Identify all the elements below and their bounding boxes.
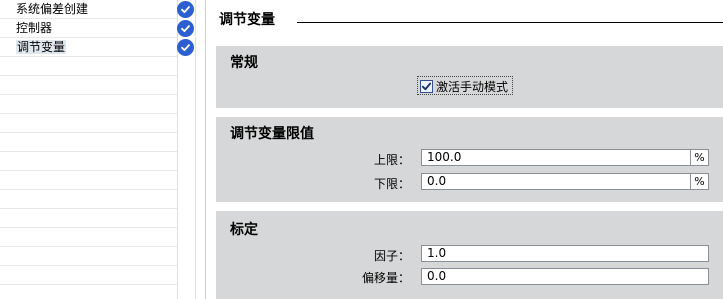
offset-input[interactable]: 0.0	[421, 268, 709, 285]
nav-item-label: 控制器	[16, 21, 53, 35]
manual-mode-checkbox[interactable]: 激活手动模式	[417, 76, 514, 95]
offset-label: 偏移量：	[361, 271, 410, 285]
page-title: 调节变量	[219, 12, 275, 28]
nav-item-system-deviation[interactable]: 系统偏差创建	[0, 0, 88, 19]
scaling-group: 标定 因子： 1.0 偏移量： 0.0	[216, 211, 723, 299]
lower-limit-unit: %	[691, 173, 709, 190]
check-circle-icon	[177, 39, 194, 56]
group-title-limits: 调节变量限值	[230, 126, 314, 142]
factor-label: 因子：	[373, 249, 410, 263]
upper-limit-unit: %	[691, 149, 709, 166]
lower-limit-label: 下限：	[373, 177, 410, 191]
navigation-tree: 系统偏差创建 控制器 调节变量	[0, 0, 210, 299]
nav-item-label: 系统偏差创建	[16, 2, 89, 16]
manual-mode-label: 激活手动模式	[436, 79, 509, 94]
limits-group: 调节变量限值 上限： 100.0 % 下限： 0.0 %	[216, 117, 723, 202]
factor-input[interactable]: 1.0	[421, 245, 709, 262]
upper-limit-input[interactable]: 100.0	[421, 149, 691, 166]
heading-divider	[297, 22, 723, 23]
lower-limit-input[interactable]: 0.0	[421, 173, 691, 190]
nav-item-manipulated-variable[interactable]: 调节变量	[0, 38, 67, 57]
settings-panel: 调节变量 常规 激活手动模式 调节变量限值 上限： 100.0 % 下限： 0.…	[206, 0, 723, 299]
upper-limit-label: 上限：	[373, 153, 410, 167]
check-circle-icon	[177, 20, 194, 37]
nav-item-label: 调节变量	[16, 40, 67, 54]
group-title-general: 常规	[230, 55, 258, 71]
nav-item-controller[interactable]: 控制器	[0, 19, 52, 38]
general-group: 常规 激活手动模式	[216, 46, 723, 108]
group-title-scaling: 标定	[230, 222, 258, 238]
check-circle-icon	[177, 1, 194, 18]
checkbox-checked-icon[interactable]	[420, 79, 433, 93]
